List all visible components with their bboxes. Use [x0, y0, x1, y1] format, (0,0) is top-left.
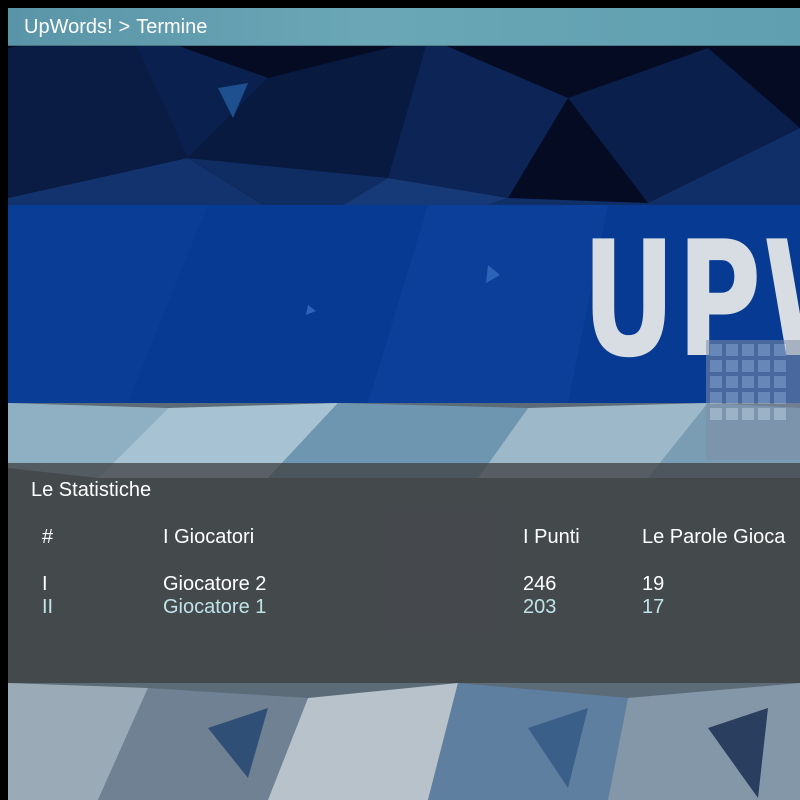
column-header-words: Le Parole Gioca	[642, 526, 786, 548]
row-rank: II	[42, 596, 54, 618]
breadcrumb-separator: >	[118, 16, 131, 38]
statistics-title: Le Statistiche	[31, 479, 152, 501]
column-header-rank: #	[42, 526, 54, 548]
row-player: Giocatore 2	[163, 573, 267, 595]
statistics-panel: Le Statistiche # I Giocatori I Punti Le …	[8, 463, 800, 683]
title-bar: UpWords! > Termine	[8, 8, 800, 46]
column-header-points: I Punti	[523, 526, 580, 548]
breadcrumb-current: Termine	[136, 16, 208, 38]
breadcrumb: UpWords! > Termine	[24, 16, 207, 38]
row-rank: I	[42, 573, 48, 595]
column-header-player: I Giocatori	[163, 526, 255, 548]
row-player: Giocatore 1	[163, 596, 267, 618]
game-window: UpWords!>Termine UPW Le Statistiche # I …	[0, 0, 800, 800]
row-points: 246	[523, 573, 557, 595]
row-words: 17	[642, 596, 665, 618]
row-points: 203	[523, 596, 557, 618]
row-words: 19	[642, 573, 665, 595]
breadcrumb-app[interactable]: UpWords!	[24, 16, 113, 38]
tile-board-image	[706, 340, 800, 460]
